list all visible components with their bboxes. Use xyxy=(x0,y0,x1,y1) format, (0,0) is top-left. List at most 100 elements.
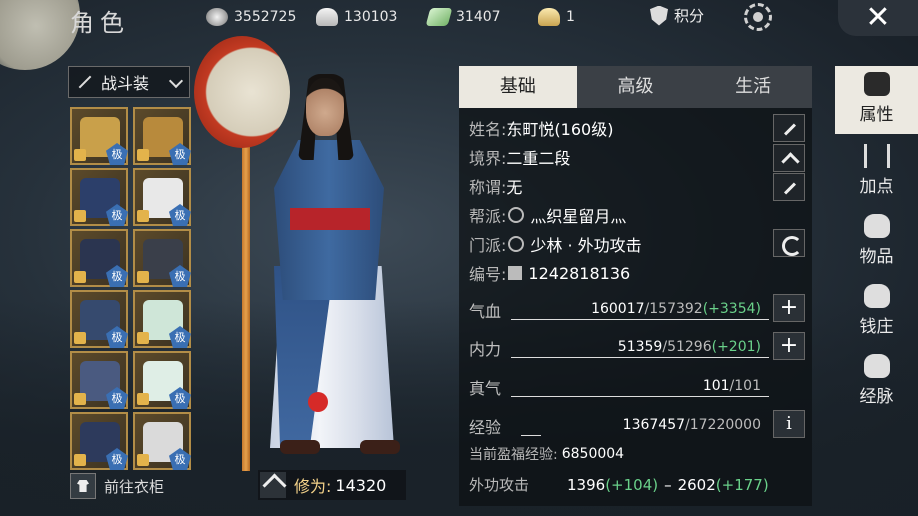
currency-silver-ingot[interactable]: 130103 xyxy=(316,6,397,28)
xp-label: 经验 xyxy=(469,418,502,437)
id-label: 编号: xyxy=(469,265,507,284)
money-bag-icon xyxy=(863,284,890,308)
qi-label: 真气 xyxy=(469,379,502,398)
bind-lock-icon xyxy=(137,210,149,222)
rename-brush-icon[interactable] xyxy=(773,114,805,142)
side-menu-attribute[interactable]: 属性 xyxy=(835,66,918,134)
outfit-dropdown[interactable]: 战斗装 xyxy=(68,66,190,98)
attribute-icon xyxy=(863,72,890,96)
bonus-xp-label: 当前盈福经验: xyxy=(469,447,558,463)
guild-row: 帮派: 灬织星留月灬 xyxy=(469,203,626,227)
sliders-icon xyxy=(863,144,890,168)
equipment-slot[interactable]: 极 xyxy=(133,412,191,470)
side-menu-bank[interactable]: 钱庄 xyxy=(835,278,918,346)
name-label: 姓名: xyxy=(469,120,507,139)
flower-pattern xyxy=(308,392,328,412)
side-menu-meridian[interactable]: 经脉 xyxy=(835,348,918,416)
close-button[interactable]: ✕ xyxy=(838,0,918,36)
character-sandal-right xyxy=(360,440,400,454)
character-head xyxy=(306,78,344,136)
bind-lock-icon xyxy=(74,149,86,161)
title-brush-icon[interactable] xyxy=(773,173,805,201)
equipment-slot[interactable]: 极 xyxy=(133,229,191,287)
attack-max-bonus: (+177) xyxy=(715,475,769,494)
settings-gear-icon[interactable] xyxy=(744,3,772,31)
side-menu-label: 钱庄 xyxy=(859,317,894,337)
xp-info-button[interactable]: i xyxy=(773,410,805,438)
mp-value: 51359/51296(+201) xyxy=(617,339,761,355)
id-card-icon xyxy=(508,266,523,280)
guild-value: 灬织星留月灬 xyxy=(530,207,627,226)
jade-ticket-icon xyxy=(425,8,453,26)
equipment-slot[interactable]: 极 xyxy=(70,168,128,226)
outfit-selected: 战斗装 xyxy=(101,74,150,93)
bind-lock-icon xyxy=(74,454,86,466)
equipment-slot[interactable]: 极 xyxy=(70,290,128,348)
side-menu: 属性 加点 物品 钱庄 经脉 xyxy=(835,66,918,506)
currency-gold-ingot[interactable]: 1 xyxy=(538,6,575,28)
xp-stat: 经验 1367457/17220000 xyxy=(469,408,769,438)
bind-lock-icon xyxy=(74,210,86,222)
equipment-slot[interactable]: 极 xyxy=(70,412,128,470)
equipment-slot[interactable]: 极 xyxy=(133,168,191,226)
close-icon: ✕ xyxy=(865,0,891,35)
mp-stat: 内力 51359/51296(+201) xyxy=(469,330,769,360)
qi-stat: 真气 101/101 xyxy=(469,369,769,399)
name-value: 东町悦(160级) xyxy=(506,120,614,139)
hp-label: 气血 xyxy=(469,302,502,321)
title-row: 称谓: 无 xyxy=(469,174,522,198)
bind-lock-icon xyxy=(74,393,86,405)
mp-add-button[interactable]: + xyxy=(773,332,805,360)
hp-stat: 气血 160017/157392(+3354) xyxy=(469,292,769,322)
score-label: 积分 xyxy=(674,7,705,25)
currency-value: 130103 xyxy=(344,9,398,25)
attack-dash: – xyxy=(664,475,672,494)
sect-switch-icon[interactable] xyxy=(773,229,805,257)
tab-advanced[interactable]: 高级 xyxy=(577,66,695,108)
equipment-slot[interactable]: 极 xyxy=(133,290,191,348)
character-model[interactable] xyxy=(190,36,430,476)
equipment-slot[interactable]: 极 xyxy=(133,107,191,165)
realm-upgrade-icon[interactable] xyxy=(773,144,805,172)
bind-lock-icon xyxy=(137,271,149,283)
bind-lock-icon xyxy=(74,332,86,344)
guild-emblem-icon xyxy=(508,207,525,223)
currency-silver-coin[interactable]: 3552725 xyxy=(206,6,296,28)
drum-pole xyxy=(242,141,250,471)
currency-value: 1 xyxy=(566,9,575,25)
side-menu-points[interactable]: 加点 xyxy=(835,138,918,206)
sect-value: 少林 · 外功攻击 xyxy=(530,236,642,255)
hp-add-button[interactable]: + xyxy=(773,294,805,322)
title-label: 称谓: xyxy=(469,178,507,197)
wardrobe-button[interactable]: 前往衣柜 xyxy=(70,473,164,499)
tab-life[interactable]: 生活 xyxy=(694,66,812,108)
equipment-slot[interactable]: 极 xyxy=(70,229,128,287)
qi-underline xyxy=(511,396,769,397)
realm-row: 境界: 二重二段 xyxy=(469,145,570,169)
attack-label: 外功攻击 xyxy=(469,476,530,494)
side-menu-items[interactable]: 物品 xyxy=(835,208,918,276)
shield-icon xyxy=(650,5,668,26)
realm-value: 二重二段 xyxy=(506,149,571,168)
name-row: 姓名: 东町悦(160级) xyxy=(469,116,613,140)
currency-jade-ticket[interactable]: 31407 xyxy=(425,6,501,28)
tab-basic[interactable]: 基础 xyxy=(459,66,577,108)
character-sash xyxy=(290,208,370,230)
side-menu-label: 加点 xyxy=(859,177,894,197)
sect-label: 门派: xyxy=(469,236,507,255)
side-menu-label: 属性 xyxy=(859,105,894,125)
character-sandal-left xyxy=(280,440,320,454)
mp-label: 内力 xyxy=(469,340,502,359)
silver-coin-icon xyxy=(206,8,228,26)
score-button[interactable]: 积分 xyxy=(650,5,704,26)
meridian-bag-icon xyxy=(863,354,890,378)
equipment-slot[interactable]: 极 xyxy=(70,351,128,409)
guild-label: 帮派: xyxy=(469,207,507,226)
equipment-slot[interactable]: 极 xyxy=(70,107,128,165)
side-menu-label: 经脉 xyxy=(859,387,894,407)
bonus-xp-value: 6850004 xyxy=(561,446,625,462)
attack-row: 外功攻击 1396 (+104) – 2602 (+177) xyxy=(469,474,769,495)
equipment-slot[interactable]: 极 xyxy=(133,351,191,409)
sect-emblem-icon xyxy=(508,236,525,252)
attribute-panel: 基础 高级 生活 姓名: 东町悦(160级) 境界: 二重二段 称谓: 无 帮派… xyxy=(459,66,812,506)
